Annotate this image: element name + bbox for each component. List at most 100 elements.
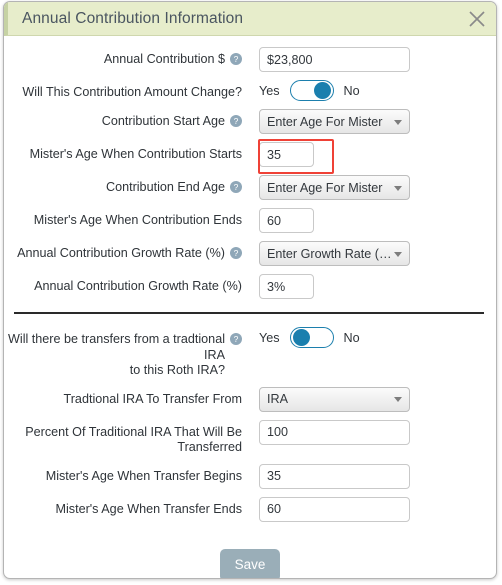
form-control-group (242, 463, 496, 489)
form-label: Annual Contribution $ (103, 52, 225, 66)
form-row: Mister's Age When Contribution Ends (4, 208, 496, 233)
form-label-group: Mister's Age When Contribution Ends (4, 208, 242, 229)
form-label: Mister's Age When Contribution Starts (29, 147, 242, 161)
mister-s-age-when-transfer-ends-input[interactable] (259, 496, 410, 522)
form-label-group: Mister's Age When Transfer Ends (4, 497, 243, 518)
help-icon[interactable]: ? (230, 181, 242, 193)
form-label-group: Annual Contribution Growth Rate (%)? (4, 241, 242, 262)
form-label: Annual Contribution Growth Rate (%) (17, 246, 225, 260)
form-label: Annual Contribution Growth Rate (%) (34, 279, 242, 293)
close-icon[interactable] (467, 9, 487, 29)
percent-of-traditional-ira-that-will-be-transf-input[interactable] (259, 419, 410, 445)
svg-text:?: ? (234, 116, 239, 126)
contribution-start-age-select[interactable]: Enter Age For Mister (259, 109, 410, 134)
help-icon[interactable]: ? (230, 333, 242, 345)
form-control-group (242, 208, 496, 233)
form-row: Will there be transfers from a tradtiona… (4, 327, 496, 379)
svg-text:?: ? (234, 182, 239, 192)
form-label-group: Annual Contribution Growth Rate (%) (4, 274, 242, 295)
form-row: Annual Contribution Growth Rate (%)? Ente… (4, 241, 496, 266)
mister-s-age-when-transfer-begins-input[interactable] (259, 463, 410, 489)
toggle-knob (292, 329, 310, 346)
svg-text:?: ? (234, 54, 239, 64)
form-label: Percent Of Traditional IRA That Will Be … (25, 424, 242, 455)
will-there-be-transfers-from-a-tradtional-ira--toggle[interactable] (289, 327, 334, 348)
form-control-group (242, 419, 496, 445)
contribution-end-age-select[interactable]: Enter Age For Mister (259, 175, 410, 200)
toggle-group: Yes No (259, 80, 360, 101)
chevron-down-icon (394, 185, 402, 191)
select-value: Enter Age For Mister (267, 114, 383, 129)
help-icon[interactable]: ? (230, 115, 242, 127)
form-row: Annual Contribution Growth Rate (%) (4, 274, 496, 299)
dialog-title: Annual Contribution Information (22, 9, 244, 27)
form-control-group (242, 496, 496, 522)
footer-actions: Save (4, 548, 496, 578)
toggle-group: Yes No (259, 327, 360, 348)
help-icon[interactable]: ? (230, 247, 242, 259)
toggle-no-label[interactable]: No (344, 331, 360, 345)
form-control-group: IRA (242, 386, 496, 412)
chevron-down-icon (394, 251, 402, 257)
toggle-no-label[interactable]: No (344, 84, 360, 98)
form-label: Mister's Age When Contribution Ends (33, 213, 242, 227)
annual-contribution-dialog: Annual Contribution Information Annual C… (3, 1, 497, 579)
form-control-group: Yes No (242, 80, 496, 101)
form-label-group: Mister's Age When Transfer Begins (4, 464, 242, 485)
dialog-header: Annual Contribution Information (4, 2, 496, 36)
ira-transfer-section: Will there be transfers from a tradtiona… (4, 327, 496, 522)
form-control-group: Enter Age For Mister (242, 109, 496, 134)
form-label: Mister's Age When Transfer Begins (45, 468, 242, 483)
select-value: Enter Age For Mister (267, 180, 383, 195)
form-label: Mister's Age When Transfer Ends (55, 501, 243, 516)
will-this-contribution-amount-change-toggle[interactable] (289, 80, 334, 101)
form-control-group: Yes No (242, 327, 496, 348)
form-row: Mister's Age When Transfer Ends (4, 496, 496, 522)
tradtional-ira-to-transfer-from-select[interactable]: IRA (259, 386, 410, 412)
toggle-yes-label[interactable]: Yes (259, 331, 280, 345)
form-row: Contribution End Age? Enter Age For Miste… (4, 175, 496, 200)
form-row: Annual Contribution $? (4, 47, 496, 72)
select-value: IRA (267, 392, 288, 406)
help-icon[interactable]: ? (230, 53, 242, 65)
form-row: Tradtional IRA To Transfer From IRA (4, 386, 496, 412)
mister-s-age-when-contribution-starts-input[interactable] (259, 142, 314, 167)
form-control-group (242, 274, 496, 299)
form-label-group: Will This Contribution Amount Change? (4, 80, 242, 101)
dialog-body: Annual Contribution $? Will This Contribu… (4, 36, 496, 578)
form-control-group (242, 47, 496, 72)
form-control-group (242, 139, 496, 174)
chevron-down-icon (394, 119, 402, 125)
form-label: Will This Contribution Amount Change? (22, 85, 242, 99)
form-label-group: Contribution End Age? (4, 175, 242, 196)
annual-contribution-input[interactable] (259, 47, 410, 72)
form-control-group: Enter Age For Mister (242, 175, 496, 200)
toggle-knob (313, 82, 331, 99)
form-control-group: Enter Growth Rate (… (242, 241, 496, 266)
form-row: Will This Contribution Amount Change? Yes… (4, 80, 496, 101)
svg-text:?: ? (234, 248, 239, 258)
form-label: Contribution End Age (105, 180, 225, 194)
form-row: Percent Of Traditional IRA That Will Be … (4, 419, 496, 456)
form-label: Will there be transfers from a tradtiona… (8, 332, 225, 377)
mister-s-age-when-contribution-ends-input[interactable] (259, 208, 314, 233)
form-row: Contribution Start Age? Enter Age For Mis… (4, 109, 496, 134)
form-label-group: Annual Contribution $? (4, 47, 242, 68)
form-row: Mister's Age When Contribution Starts (4, 139, 496, 174)
form-label-group: Mister's Age When Contribution Starts (4, 142, 242, 163)
annual-contribution-growth-rate-select[interactable]: Enter Growth Rate (… (259, 241, 410, 266)
section-divider (14, 312, 484, 314)
contribution-section: Annual Contribution $? Will This Contribu… (4, 47, 496, 299)
annual-contribution-growth-rate-input[interactable] (259, 274, 314, 299)
svg-text:?: ? (234, 334, 239, 344)
form-row: Mister's Age When Transfer Begins (4, 463, 496, 489)
chevron-down-icon (394, 397, 402, 402)
form-label-group: Will there be transfers from a tradtiona… (4, 327, 242, 379)
form-label-group: Percent Of Traditional IRA That Will Be … (4, 420, 242, 456)
save-button[interactable]: Save (220, 548, 280, 578)
form-label: Contribution Start Age (101, 114, 225, 128)
toggle-yes-label[interactable]: Yes (259, 84, 280, 98)
form-label-group: Contribution Start Age? (4, 109, 242, 130)
select-value: Enter Growth Rate (… (267, 246, 392, 261)
form-label: Tradtional IRA To Transfer From (63, 391, 242, 406)
